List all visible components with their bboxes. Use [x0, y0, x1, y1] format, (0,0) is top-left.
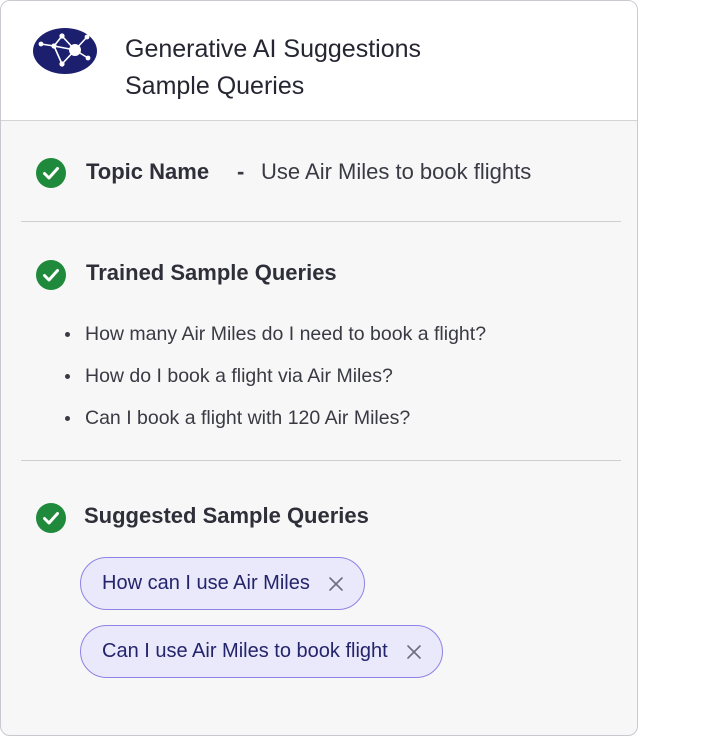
divider [21, 460, 621, 461]
topic-separator: - [237, 159, 245, 184]
topic-name-value: Use Air Miles to book flights [261, 159, 532, 184]
chip-label: Can I use Air Miles to book flight [102, 640, 388, 662]
card-header: Generative AI Suggestions Sample Queries [1, 1, 637, 121]
network-nodes-icon [33, 28, 97, 74]
list-item: Can I book a flight with 120 Air Miles? [63, 405, 486, 447]
suggested-queries-heading: Suggested Sample Queries [84, 503, 369, 528]
title-line-1: Generative AI Suggestions [125, 35, 422, 63]
trained-queries-heading: Trained Sample Queries [86, 260, 337, 285]
check-circle-icon [36, 503, 66, 533]
list-item: How many Air Miles do I need to book a f… [63, 321, 486, 363]
chip-label: How can I use Air Miles [102, 572, 310, 594]
topic-name-label: Topic Name [86, 159, 210, 184]
trained-queries-list: How many Air Miles do I need to book a f… [63, 321, 486, 447]
close-icon[interactable] [328, 576, 344, 592]
check-circle-icon [36, 260, 66, 290]
title-line-2: Sample Queries [125, 72, 305, 100]
list-item: How do I book a flight via Air Miles? [63, 363, 486, 405]
suggestions-card: Generative AI Suggestions Sample Queries… [0, 0, 638, 736]
card-title: Generative AI Suggestions Sample Queries [125, 31, 421, 105]
check-circle-icon [36, 158, 66, 188]
suggested-query-chip[interactable]: Can I use Air Miles to book flight [80, 625, 443, 678]
divider [21, 221, 621, 222]
suggested-query-chip[interactable]: How can I use Air Miles [80, 557, 365, 610]
close-icon[interactable] [406, 644, 422, 660]
